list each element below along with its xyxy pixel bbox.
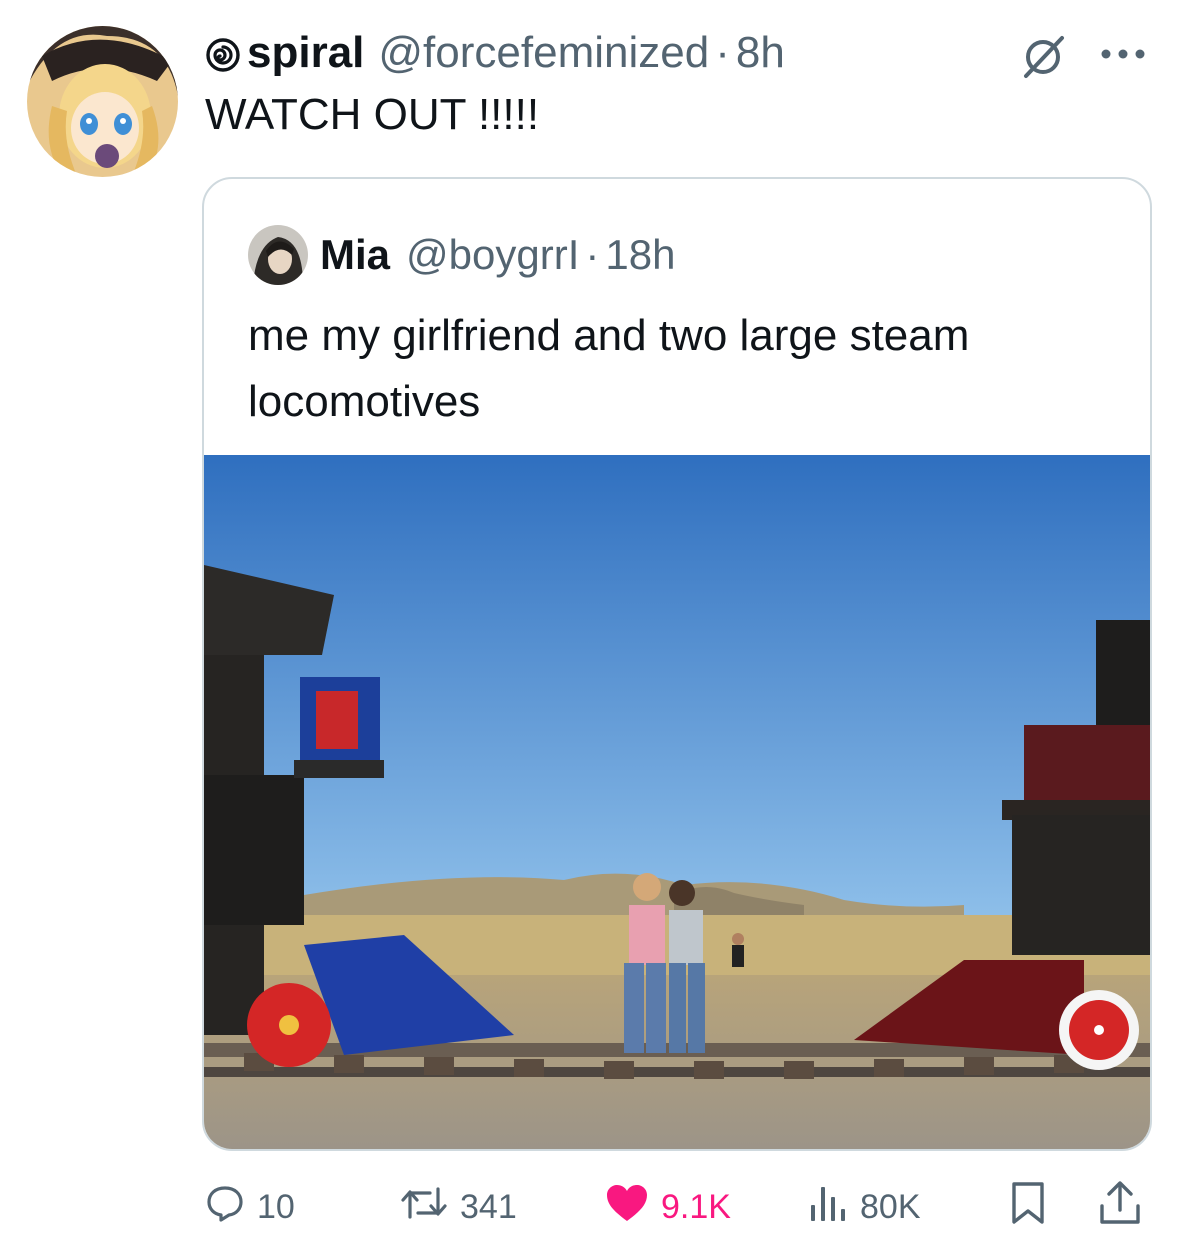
author-handle[interactable]: @forcefeminized bbox=[378, 28, 709, 78]
quoted-tweet-text: me my girlfriend and two large steam loc… bbox=[248, 311, 970, 426]
tweet-text: WATCH OUT !!!!! bbox=[205, 90, 540, 139]
repost-icon bbox=[400, 1183, 448, 1232]
tweet-time[interactable]: 8h bbox=[736, 28, 785, 78]
tweet-header: spiral @forcefeminized · 8h bbox=[205, 24, 785, 82]
share-icon bbox=[1098, 1180, 1142, 1235]
like-count: 9.1K bbox=[661, 1187, 731, 1226]
views-icon bbox=[808, 1183, 848, 1232]
more-icon[interactable] bbox=[1098, 42, 1148, 66]
separator-dot: · bbox=[715, 28, 730, 77]
author-name[interactable]: spiral bbox=[205, 28, 364, 78]
reply-count: 10 bbox=[257, 1187, 295, 1226]
repost-count: 341 bbox=[460, 1187, 517, 1226]
author-name-text: spiral bbox=[247, 28, 365, 77]
quoted-author-name[interactable]: Mia bbox=[320, 231, 390, 279]
grok-icon[interactable] bbox=[1018, 32, 1068, 82]
views-button[interactable]: 80K bbox=[808, 1182, 921, 1232]
quoted-tweet-time[interactable]: 18h bbox=[605, 231, 675, 279]
spiral-icon bbox=[205, 28, 245, 78]
separator-dot: · bbox=[585, 231, 600, 278]
action-bar: 10 341 9.1K 80K bbox=[0, 1172, 1179, 1242]
heart-icon bbox=[605, 1183, 649, 1232]
bookmark-button[interactable] bbox=[1008, 1181, 1048, 1234]
quoted-author-handle[interactable]: @boygrrI bbox=[406, 231, 579, 279]
views-count: 80K bbox=[860, 1187, 921, 1226]
quoted-tweet-card[interactable]: Mia @boygrrI · 18h me my girlfriend and … bbox=[202, 177, 1152, 1151]
bookmark-icon bbox=[1008, 1181, 1048, 1234]
repost-button[interactable]: 341 bbox=[400, 1182, 517, 1232]
quoted-tweet-header: Mia @boygrrI · 18h bbox=[320, 227, 675, 283]
reply-button[interactable]: 10 bbox=[205, 1182, 295, 1232]
author-avatar[interactable] bbox=[27, 26, 178, 177]
like-button[interactable]: 9.1K bbox=[605, 1182, 731, 1232]
share-button[interactable] bbox=[1098, 1180, 1142, 1235]
quoted-author-avatar[interactable] bbox=[248, 225, 308, 285]
tweet-photo[interactable] bbox=[204, 455, 1150, 1149]
reply-icon bbox=[205, 1183, 245, 1232]
